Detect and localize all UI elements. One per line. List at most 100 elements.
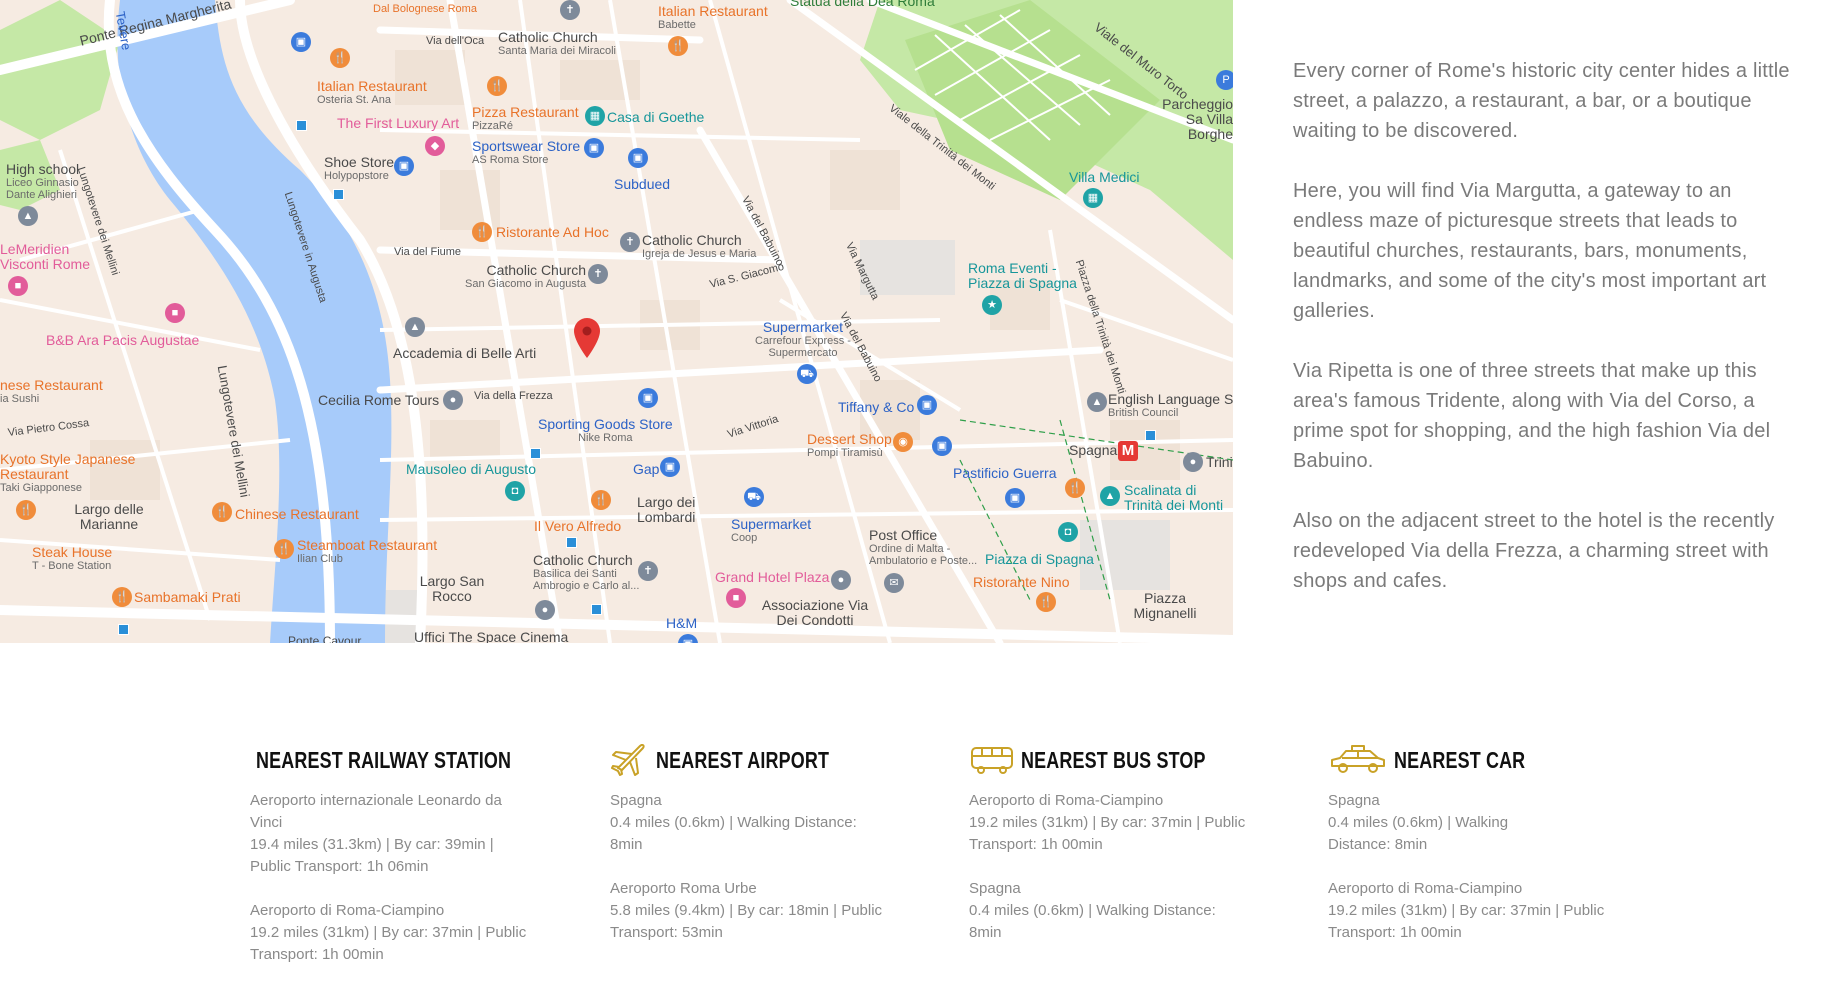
poi-label[interactable]: Steak House T - Bone Station <box>32 545 112 573</box>
poi-label[interactable]: Italian Restaurant Babette <box>658 4 768 32</box>
poi-label[interactable]: Kyoto Style Japanese Restaurant Taki Giap… <box>0 452 150 495</box>
event-icon[interactable]: ★ <box>982 295 1002 315</box>
transit-stop-icon[interactable] <box>530 448 541 459</box>
poi-label[interactable]: Ristorante Nino <box>973 575 1070 590</box>
poi-label[interactable]: Statua della Dea Roma <box>790 0 935 9</box>
poi-label[interactable]: nese Restaurant ia Sushi <box>0 378 103 406</box>
poi-label[interactable]: Trini <box>1206 455 1233 470</box>
restaurant-icon[interactable]: 🍴 <box>112 587 132 607</box>
restaurant-icon[interactable]: 🍴 <box>1065 478 1085 498</box>
shopping-bag-icon[interactable]: ▣ <box>660 457 680 477</box>
transit-stop-icon[interactable] <box>1145 430 1156 441</box>
poi-label[interactable]: Subdued <box>614 177 670 192</box>
cart-icon[interactable]: ⛟ <box>797 364 817 384</box>
poi-label[interactable]: Pizza Restaurant PizzaRé <box>472 105 579 133</box>
poi-label[interactable]: Associazione Via Dei Condotti <box>760 598 870 628</box>
poi-label[interactable]: B&B Ara Pacis Augustae <box>46 333 199 348</box>
pin-icon[interactable]: ● <box>535 600 555 620</box>
poi-label[interactable]: Sportswear Store AS Roma Store <box>472 139 580 167</box>
shopping-bag-icon[interactable]: ▣ <box>628 148 648 168</box>
poi-label[interactable]: Largo delle Marianne <box>74 502 144 532</box>
poi-label[interactable]: Sambamaki Prati <box>134 590 241 605</box>
poi-label[interactable]: Parcheggio Sa Villa Borghe <box>1145 97 1233 142</box>
museum-icon[interactable]: ▦ <box>1083 188 1103 208</box>
hotel-icon[interactable]: ■ <box>165 303 185 323</box>
restaurant-icon[interactable]: 🍴 <box>16 500 36 520</box>
poi-label[interactable]: LeMeridien Visconti Rome <box>0 242 100 272</box>
map[interactable]: Dal Bolognese Roma ✝ Catholic Church Sant… <box>0 0 1233 643</box>
shopping-bag-icon[interactable]: ▣ <box>584 138 604 158</box>
poi-label[interactable]: Supermarket Coop <box>731 517 811 545</box>
poi-label[interactable]: Roma Eventi - Piazza di Spagna <box>968 261 1088 291</box>
dessert-icon[interactable]: ◉ <box>893 432 913 452</box>
poi-label[interactable]: Largo dei Lombardi <box>637 495 702 525</box>
poi-label[interactable]: Piazza di Spagna <box>985 552 1094 567</box>
poi-label[interactable]: Catholic Church Igreja de Jesus e Maria <box>642 233 756 261</box>
shopping-bag-icon[interactable]: ▣ <box>291 32 311 52</box>
poi-label[interactable]: Post Office Ordine di Malta - Ambulatorio… <box>869 528 979 568</box>
poi-label[interactable]: The First Luxury Art <box>337 116 459 131</box>
camera-icon[interactable]: ◘ <box>505 481 525 501</box>
poi-label[interactable]: Spagna <box>1069 443 1117 458</box>
poi-label[interactable]: English Language Sc British Council <box>1108 392 1233 419</box>
poi-label[interactable]: Largo San Rocco <box>418 574 486 604</box>
restaurant-icon[interactable]: 🍴 <box>591 490 611 510</box>
shopping-bag-icon[interactable]: ▣ <box>917 395 937 415</box>
shopping-bag-icon[interactable]: ▣ <box>932 436 952 456</box>
poi-label[interactable]: Catholic Church Basilica dei Santi Ambrog… <box>533 553 643 593</box>
restaurant-icon[interactable]: 🍴 <box>330 48 350 68</box>
transit-stop-icon[interactable] <box>566 537 577 548</box>
poi-label[interactable]: Piazza Mignanelli <box>1130 591 1200 621</box>
restaurant-icon[interactable]: 🍴 <box>472 222 492 242</box>
restaurant-icon[interactable]: 🍴 <box>487 76 507 96</box>
mail-icon[interactable]: ✉ <box>884 573 904 593</box>
poi-label[interactable]: Pastificio Guerra <box>953 466 1056 481</box>
church-icon[interactable]: ✝ <box>620 232 640 252</box>
poi-label[interactable]: Uffici The Space Cinema <box>414 630 568 644</box>
poi-label[interactable]: Tiffany & Co <box>838 400 914 415</box>
transit-stop-icon[interactable] <box>333 189 344 200</box>
restaurant-icon[interactable]: 🍴 <box>274 539 294 559</box>
pin-icon[interactable]: ● <box>443 390 463 410</box>
parking-icon[interactable]: P <box>1216 70 1233 90</box>
shopping-bag-icon[interactable]: ▣ <box>394 156 414 176</box>
hotel-icon[interactable]: ■ <box>726 588 746 608</box>
poi-label[interactable]: Sporting Goods Store Nike Roma <box>538 417 673 445</box>
location-marker-icon[interactable] <box>574 318 600 358</box>
poi-label[interactable]: H&M <box>666 616 697 631</box>
shopping-bag-icon[interactable]: ▣ <box>1005 488 1025 508</box>
school-icon[interactable]: ▲ <box>18 206 38 226</box>
restaurant-icon[interactable]: 🍴 <box>212 502 232 522</box>
restaurant-icon[interactable]: 🍴 <box>668 36 688 56</box>
poi-label[interactable]: Grand Hotel Plaza <box>715 570 829 585</box>
poi-label[interactable]: Scalinata di Trinità dei Monti <box>1124 483 1233 513</box>
landmark-icon[interactable]: ▲ <box>1100 486 1120 506</box>
poi-label[interactable]: Chinese Restaurant <box>235 507 359 522</box>
shop-icon[interactable]: ◆ <box>425 136 445 156</box>
poi-label[interactable]: Cecilia Rome Tours <box>318 393 439 408</box>
poi-label[interactable]: Steamboat Restaurant Ilian Club <box>297 538 437 566</box>
poi-label[interactable]: Gap <box>633 462 659 477</box>
shopping-bag-icon[interactable]: ▣ <box>638 388 658 408</box>
pin-icon[interactable]: ● <box>1183 452 1203 472</box>
cart-icon[interactable]: ⛟ <box>744 487 764 507</box>
poi-label[interactable]: Casa di Goethe <box>607 110 704 125</box>
poi-label[interactable]: Il Vero Alfredo <box>534 519 621 534</box>
metro-icon[interactable]: M <box>1118 441 1138 461</box>
transit-stop-icon[interactable] <box>296 120 307 131</box>
poi-label[interactable]: Italian Restaurant Osteria St. Ana <box>317 79 427 107</box>
poi-label[interactable]: Accademia di Belle Arti <box>393 346 536 361</box>
school-icon[interactable]: ▲ <box>1087 392 1107 412</box>
poi-label[interactable]: Catholic Church Santa Maria dei Miracoli <box>498 30 616 58</box>
transit-stop-icon[interactable] <box>591 604 602 615</box>
hotel-icon[interactable]: ■ <box>8 276 28 296</box>
poi-label[interactable]: Ristorante Ad Hoc <box>496 225 609 240</box>
pin-icon[interactable]: ● <box>831 570 851 590</box>
school-icon[interactable]: ▲ <box>405 317 425 337</box>
transit-stop-icon[interactable] <box>118 624 129 635</box>
poi-label[interactable]: Mausoleo di Augusto <box>406 462 536 477</box>
museum-icon[interactable]: ▦ <box>585 106 605 126</box>
church-icon[interactable]: ✝ <box>560 0 580 20</box>
restaurant-icon[interactable]: 🍴 <box>1036 592 1056 612</box>
poi-label[interactable]: Catholic Church San Giacomo in Augusta <box>465 263 586 291</box>
